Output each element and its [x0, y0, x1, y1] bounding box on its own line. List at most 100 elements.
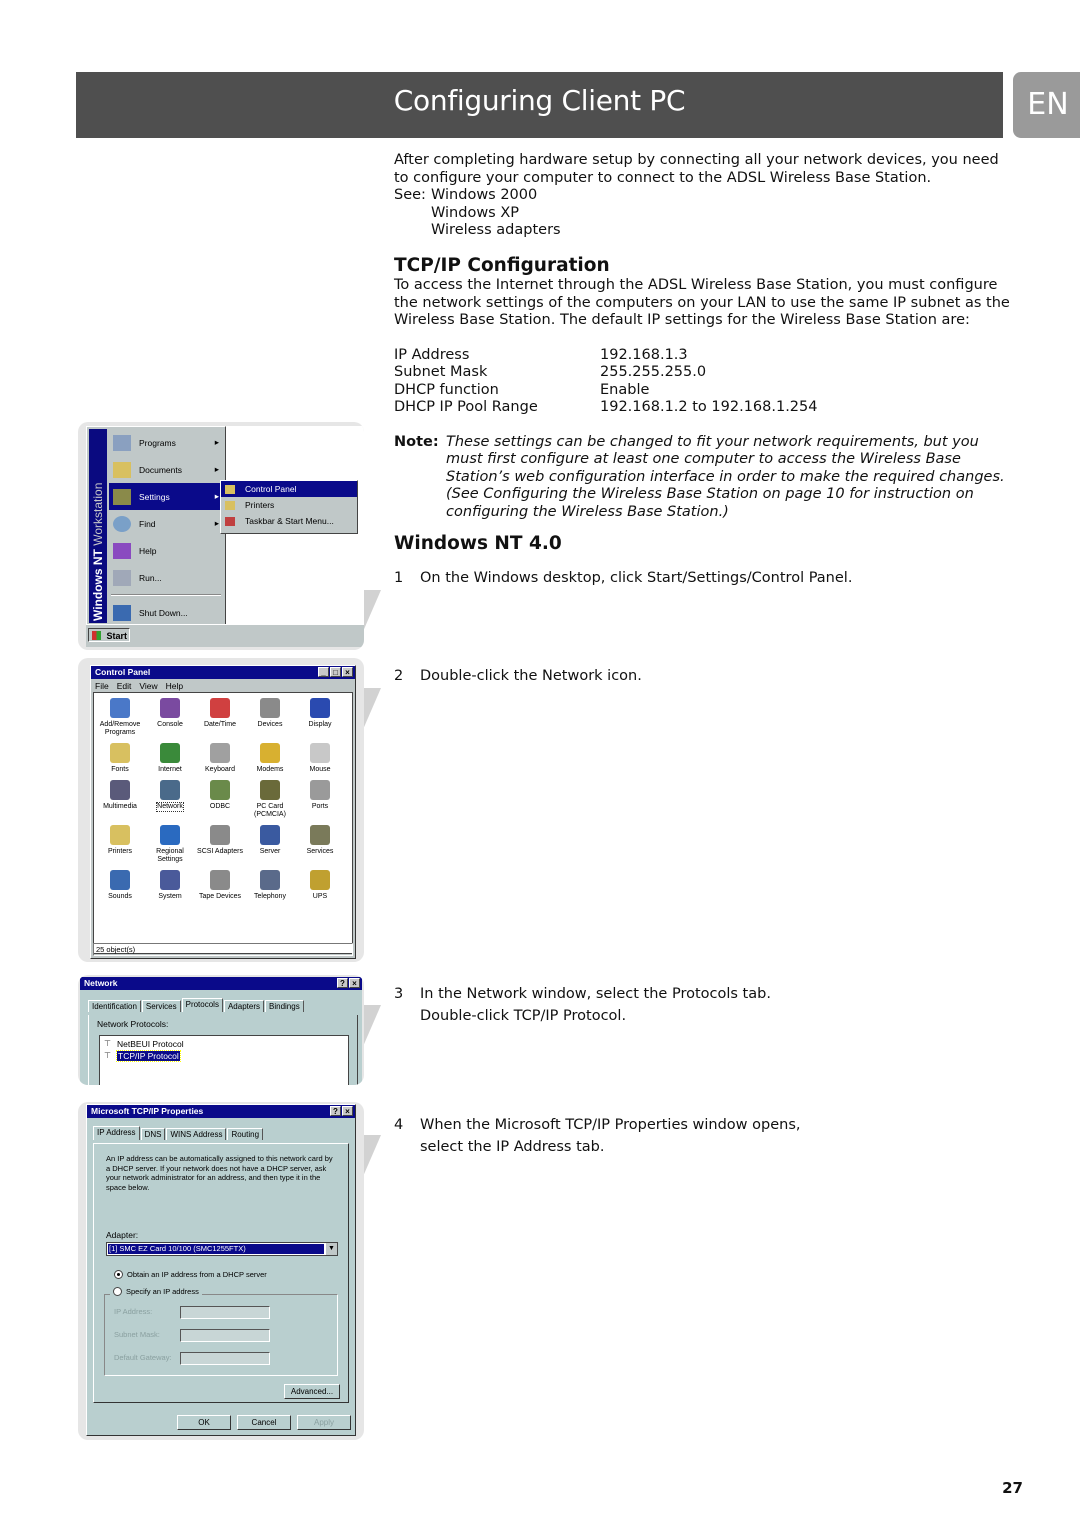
menu-item-documents[interactable]: Documents ▸	[109, 456, 223, 483]
help-button[interactable]: ?	[330, 1106, 341, 1116]
tcpip-paragraph: To access the Internet through the ADSL …	[394, 277, 1010, 328]
protocol-item-tcpip[interactable]: ⊤ TCP/IP Protocol	[100, 1050, 348, 1062]
control-panel-item[interactable]: Mouse	[295, 743, 345, 774]
menu-label: Programs	[139, 437, 176, 448]
help-button[interactable]: ?	[337, 978, 348, 988]
menu-item-shutdown[interactable]: Shut Down...	[109, 599, 223, 627]
ok-button[interactable]: OK	[177, 1415, 231, 1430]
arrow-right-icon: ▸	[214, 491, 219, 501]
control-panel-item[interactable]: Network	[145, 780, 195, 819]
menu-view[interactable]: View	[139, 681, 157, 691]
control-panel-item[interactable]: Services	[295, 825, 345, 864]
see-link-windows-xp[interactable]: Windows XP	[431, 205, 561, 223]
control-panel-item-label: Services	[306, 848, 334, 855]
advanced-button[interactable]: Advanced...	[284, 1384, 340, 1399]
control-panel-item[interactable]: Keyboard	[195, 743, 245, 774]
close-button[interactable]: ×	[342, 1106, 353, 1116]
regional-settings-icon	[160, 825, 180, 845]
see-link-wireless-adapters[interactable]: Wireless adapters	[431, 222, 561, 240]
subnet-mask-field[interactable]	[180, 1329, 270, 1342]
menu-label: Documents	[139, 464, 182, 475]
control-panel-item[interactable]: Server	[245, 825, 295, 864]
control-panel-item-label: PC Card (PCMCIA)	[254, 803, 286, 818]
settings-row: DHCP IP Pool Range 192.168.1.2 to 192.168…	[394, 399, 1014, 417]
tab-wins-address[interactable]: WINS Address	[166, 1128, 227, 1140]
menu-item-find[interactable]: Find ▸	[109, 510, 223, 537]
control-panel-item[interactable]: System	[145, 870, 195, 901]
menu-edit[interactable]: Edit	[117, 681, 132, 691]
protocols-list[interactable]: ⊤ NetBEUI Protocol ⊤ TCP/IP Protocol	[99, 1035, 349, 1085]
see-link-windows-2000[interactable]: Windows 2000	[431, 187, 561, 205]
control-panel-item-label: Add/Remove Programs	[99, 721, 141, 736]
control-panel-item-label: Printers	[107, 848, 133, 855]
control-panel-item[interactable]: Printers	[95, 825, 145, 864]
control-panel-item-label: Multimedia	[103, 803, 137, 810]
submenu-item-printers[interactable]: Printers	[221, 497, 357, 513]
dropdown-arrow-icon[interactable]: ▼	[326, 1243, 337, 1255]
control-panel-item[interactable]: Tape Devices	[195, 870, 245, 901]
menu-separator	[111, 594, 221, 596]
control-panel-window: Control Panel _ □ × File Edit View Help Ad…	[90, 665, 356, 959]
control-panel-item[interactable]: Devices	[245, 698, 295, 737]
setting-label: DHCP function	[394, 381, 499, 398]
control-panel-item[interactable]: UPS	[295, 870, 345, 901]
tab-protocols[interactable]: Protocols	[181, 998, 223, 1012]
menu-item-run[interactable]: Run...	[109, 564, 223, 591]
tab-routing[interactable]: Routing	[227, 1128, 264, 1140]
menu-item-programs[interactable]: Programs ▸	[109, 429, 223, 456]
start-button[interactable]: Start	[88, 628, 130, 642]
mouse-icon	[310, 743, 330, 763]
control-panel-item-label: ODBC	[209, 803, 231, 810]
tab-ip-address[interactable]: IP Address	[93, 1126, 140, 1140]
submenu-item-taskbar[interactable]: Taskbar & Start Menu...	[221, 513, 357, 529]
tab-services[interactable]: Services	[141, 1000, 181, 1012]
close-button[interactable]: ×	[349, 978, 360, 988]
control-panel-grid: Add/Remove Programs Console Date/Time Devic…	[95, 698, 351, 901]
protocol-label-selected: TCP/IP Protocol	[116, 1050, 181, 1062]
control-panel-item[interactable]: Fonts	[95, 743, 145, 774]
control-panel-item[interactable]: Regional Settings	[145, 825, 195, 864]
apply-button[interactable]: Apply	[297, 1415, 351, 1430]
maximize-button[interactable]: □	[330, 667, 341, 677]
tab-identification[interactable]: Identification	[88, 1000, 141, 1012]
status-text: 25 object(s)	[96, 945, 136, 954]
page-title: Configuring Client PC	[393, 84, 686, 117]
menu-file[interactable]: File	[95, 681, 109, 691]
control-panel-item[interactable]: Sounds	[95, 870, 145, 901]
close-button[interactable]: ×	[342, 667, 353, 677]
control-panel-item[interactable]: Telephony	[245, 870, 295, 901]
adapter-select[interactable]: [1] SMC EZ Card 10/100 (SMC1255FTX) ▼	[106, 1242, 338, 1256]
step-number: 2	[394, 668, 404, 684]
default-gateway-field[interactable]	[180, 1352, 270, 1365]
tab-adapters[interactable]: Adapters	[223, 1000, 264, 1012]
menu-item-help[interactable]: Help	[109, 537, 223, 564]
control-panel-item[interactable]: SCSI Adapters	[195, 825, 245, 864]
submenu-item-control-panel[interactable]: Control Panel	[221, 481, 357, 497]
minimize-button[interactable]: _	[318, 667, 329, 677]
menu-help[interactable]: Help	[166, 681, 183, 691]
control-panel-item[interactable]: Modems	[245, 743, 295, 774]
menu-item-settings[interactable]: Settings ▸	[109, 483, 223, 510]
tab-dns[interactable]: DNS	[140, 1128, 166, 1140]
control-panel-item[interactable]: PC Card (PCMCIA)	[245, 780, 295, 819]
control-panel-item[interactable]: ODBC	[195, 780, 245, 819]
radio-dhcp[interactable]: Obtain an IP address from a DHCP server	[114, 1270, 267, 1279]
step-number: 3	[394, 986, 404, 1002]
cancel-button[interactable]: Cancel	[237, 1415, 291, 1430]
control-panel-item-label: Date/Time	[203, 721, 237, 728]
protocol-item-netbeui[interactable]: ⊤ NetBEUI Protocol	[100, 1036, 348, 1050]
control-panel-item[interactable]: Internet	[145, 743, 195, 774]
find-icon	[113, 515, 131, 532]
control-panel-item[interactable]: Ports	[295, 780, 345, 819]
menu-label: Help	[139, 545, 157, 556]
control-panel-item[interactable]: Multimedia	[95, 780, 145, 819]
control-panel-item[interactable]: Display	[295, 698, 345, 737]
control-panel-item[interactable]: Date/Time	[195, 698, 245, 737]
settings-icon	[113, 488, 131, 505]
protocol-icon: ⊤	[104, 1039, 111, 1048]
tab-bindings[interactable]: Bindings	[265, 1000, 304, 1012]
ip-address-field[interactable]	[180, 1306, 270, 1319]
radio-specify[interactable]: Specify an IP address	[110, 1287, 202, 1296]
control-panel-item[interactable]: Add/Remove Programs	[95, 698, 145, 737]
control-panel-item[interactable]: Console	[145, 698, 195, 737]
